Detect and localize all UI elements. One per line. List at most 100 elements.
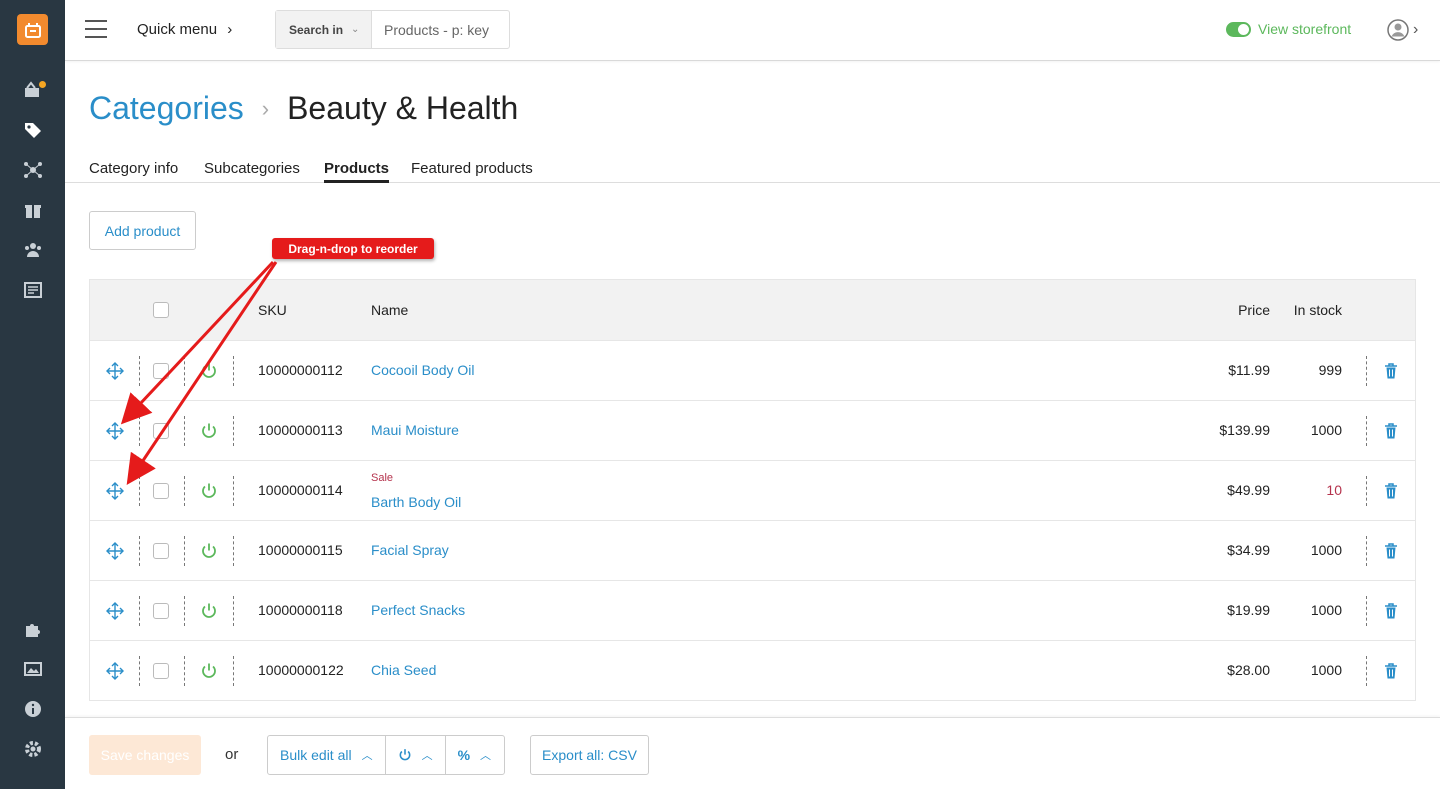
price-cell[interactable]: $139.99 xyxy=(1219,422,1270,438)
price-cell[interactable]: $34.99 xyxy=(1227,542,1270,558)
table-row: 10000000114 Sale Barth Body Oil $49.99 1… xyxy=(89,461,1416,521)
info-icon[interactable] xyxy=(0,695,65,723)
power-icon[interactable] xyxy=(200,662,218,680)
move-icon[interactable] xyxy=(106,662,124,680)
row-checkbox[interactable] xyxy=(153,483,169,499)
export-csv-button[interactable]: Export all: CSV xyxy=(530,735,649,775)
drag-drop-hint: Drag-n-drop to reorder xyxy=(272,238,434,259)
column-divider xyxy=(233,416,234,446)
product-name-link[interactable]: Cocooil Body Oil xyxy=(371,362,475,378)
product-name-link[interactable]: Chia Seed xyxy=(371,662,436,678)
trash-icon[interactable] xyxy=(1382,362,1400,380)
column-divider xyxy=(139,536,140,566)
bulk-enable-button[interactable]: ︿ xyxy=(386,736,446,774)
notification-dot xyxy=(39,81,46,88)
move-icon[interactable] xyxy=(106,542,124,560)
logo[interactable] xyxy=(17,14,48,45)
table-header: SKU Name Price In stock xyxy=(89,279,1416,341)
select-all-checkbox[interactable] xyxy=(153,302,169,318)
tab-category-info[interactable]: Category info xyxy=(89,160,178,183)
search-input[interactable] xyxy=(372,11,509,48)
power-icon[interactable] xyxy=(200,422,218,440)
sku-cell: 10000000118 xyxy=(258,602,343,618)
power-icon[interactable] xyxy=(200,542,218,560)
sale-label: Sale xyxy=(371,472,394,484)
settings-icon[interactable] xyxy=(0,735,65,763)
bulk-discount-button[interactable]: % ︿ xyxy=(446,736,503,774)
move-icon[interactable] xyxy=(106,602,124,620)
stock-cell[interactable]: 1000 xyxy=(1311,422,1342,438)
row-checkbox[interactable] xyxy=(153,363,169,379)
chevron-up-icon: ︿ xyxy=(361,750,373,762)
column-header-in-stock[interactable]: In stock xyxy=(1294,302,1342,318)
column-header-price[interactable]: Price xyxy=(1238,302,1270,318)
product-name-link[interactable]: Perfect Snacks xyxy=(371,602,465,618)
or-label: or xyxy=(225,746,239,763)
move-icon[interactable] xyxy=(106,362,124,380)
images-icon[interactable] xyxy=(0,655,65,683)
row-checkbox[interactable] xyxy=(153,663,169,679)
column-divider xyxy=(1366,416,1367,446)
gift-icon[interactable] xyxy=(0,196,65,224)
catalog-icon[interactable] xyxy=(0,116,65,144)
stock-cell[interactable]: 999 xyxy=(1319,362,1342,378)
move-icon[interactable] xyxy=(106,422,124,440)
row-checkbox[interactable] xyxy=(153,423,169,439)
search-in-label: Search in xyxy=(289,22,344,37)
column-divider xyxy=(184,656,185,686)
row-checkbox[interactable] xyxy=(153,603,169,619)
search-in-dropdown[interactable]: Search in ⌄ xyxy=(276,11,372,48)
logo-icon xyxy=(24,22,41,38)
bulk-edit-label: Bulk edit all xyxy=(280,747,352,763)
column-divider xyxy=(1366,656,1367,686)
trash-icon[interactable] xyxy=(1382,602,1400,620)
product-name-link[interactable]: Maui Moisture xyxy=(371,422,459,438)
chevron-up-icon: ︿ xyxy=(421,750,433,762)
price-cell[interactable]: $19.99 xyxy=(1227,602,1270,618)
trash-icon[interactable] xyxy=(1382,662,1400,680)
price-cell[interactable]: $49.99 xyxy=(1227,482,1270,498)
user-menu-button[interactable]: › xyxy=(1387,19,1418,41)
column-divider xyxy=(1366,596,1367,626)
chevron-down-icon: ⌄ xyxy=(351,24,360,35)
modules-icon[interactable] xyxy=(0,615,65,643)
quick-menu-button[interactable]: Quick menu › xyxy=(137,21,232,38)
move-icon[interactable] xyxy=(106,482,124,500)
save-changes-button[interactable]: Save changes xyxy=(89,735,201,775)
hamburger-menu-icon[interactable] xyxy=(85,20,107,38)
stock-cell[interactable]: 1000 xyxy=(1311,602,1342,618)
network-icon[interactable] xyxy=(0,156,65,184)
product-name-link[interactable]: Barth Body Oil xyxy=(371,494,461,510)
row-checkbox[interactable] xyxy=(153,543,169,559)
tab-featured-products[interactable]: Featured products xyxy=(411,160,533,183)
power-icon[interactable] xyxy=(200,482,218,500)
product-name-link[interactable]: Facial Spray xyxy=(371,542,449,558)
power-icon[interactable] xyxy=(200,602,218,620)
power-icon[interactable] xyxy=(200,362,218,380)
column-header-sku[interactable]: SKU xyxy=(258,302,287,318)
action-footer: Save changes or Bulk edit all ︿ ︿ % ︿ Ex… xyxy=(65,717,1440,789)
bulk-edit-all-button[interactable]: Bulk edit all ︿ xyxy=(268,736,386,774)
view-storefront-toggle[interactable]: View storefront xyxy=(1226,21,1351,37)
tab-products[interactable]: Products xyxy=(324,160,390,183)
trash-icon[interactable] xyxy=(1382,542,1400,560)
tab-bar: Category info Subcategories Products Fea… xyxy=(65,158,1440,183)
trash-icon[interactable] xyxy=(1382,482,1400,500)
table-row: 10000000122 Chia Seed $28.00 1000 xyxy=(89,641,1416,701)
column-divider xyxy=(139,656,140,686)
column-header-name[interactable]: Name xyxy=(371,302,408,318)
content-icon[interactable] xyxy=(0,276,65,304)
column-divider xyxy=(233,656,234,686)
price-cell[interactable]: $11.99 xyxy=(1228,362,1270,378)
stock-cell[interactable]: 1000 xyxy=(1311,542,1342,558)
users-icon[interactable] xyxy=(0,236,65,264)
stock-cell[interactable]: 1000 xyxy=(1311,662,1342,678)
orders-icon[interactable] xyxy=(0,76,65,104)
breadcrumb-categories-link[interactable]: Categories xyxy=(89,90,244,127)
stock-cell[interactable]: 10 xyxy=(1326,482,1342,498)
add-product-button[interactable]: Add product xyxy=(89,211,196,250)
top-bar: Quick menu › Search in ⌄ View storefront… xyxy=(65,0,1440,61)
trash-icon[interactable] xyxy=(1382,422,1400,440)
tab-subcategories[interactable]: Subcategories xyxy=(204,160,300,183)
price-cell[interactable]: $28.00 xyxy=(1227,662,1270,678)
